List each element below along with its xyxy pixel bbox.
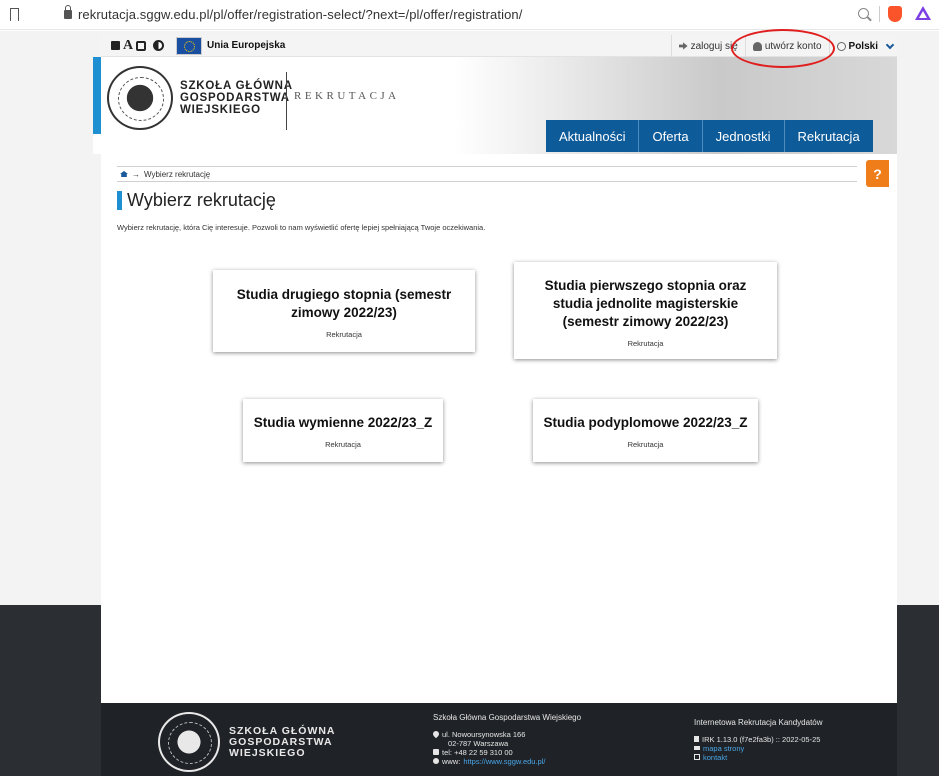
footer-seal-logo [158,712,220,772]
language-select[interactable]: Polski [828,35,897,57]
university-name-line3: WIEJSKIEGO [180,104,261,116]
toolbar-divider [879,6,880,22]
header-divider [286,72,287,130]
footer-system-heading: Internetowa Rekrutacja Kandydatów [694,718,823,727]
university-name-line2: GOSPODARSTWA [180,92,290,104]
page-description: Wybierz rekrutację, która Cię interesuje… [117,223,486,232]
breadcrumb: → Wybierz rekrutację [117,166,857,182]
map-pin-icon [431,729,441,739]
card-subtitle: Rekrutacja [326,330,362,339]
sign-in-icon [678,42,688,50]
language-label: Polski [848,40,878,52]
footer-contact-heading: Szkoła Główna Gospodarstwa Wiejskiego [433,713,582,722]
envelope-icon [694,754,700,760]
eu-label: Unia Europejska [207,40,286,51]
footer-sitemap: mapa strony [694,744,823,753]
footer-system-info: Internetowa Rekrutacja Kandydatów IRK 1.… [694,718,823,762]
sitemap-link[interactable]: mapa strony [703,744,744,753]
university-name-line1: SZKOŁA GŁÓWNA [180,80,293,92]
eu-flag-icon [176,37,202,55]
lock-icon[interactable] [64,5,72,19]
nav-item-offer[interactable]: Oferta [639,120,703,152]
header-subtitle: REKRUTACJA [294,90,400,102]
card-subtitle: Rekrutacja [627,440,664,449]
website-link[interactable]: https://www.sggw.edu.pl/ [463,757,545,766]
bookmark-icon[interactable] [10,8,19,21]
university-name[interactable]: SZKOŁA GŁÓWNA GOSPODARSTWA WIEJSKIEGO [180,80,293,116]
recruitment-card-exchange[interactable]: Studia wymienne 2022/23_Z Rekrutacja [243,399,443,462]
address-line1: ul. Nowoursynowska 166 [442,730,526,739]
browser-address-bar: rekrutacja.sggw.edu.pl/pl/offer/registra… [0,0,939,30]
recruitment-card-postgraduate[interactable]: Studia podyplomowe 2022/23_Z Rekrutacja [533,399,758,462]
nav-item-units[interactable]: Jednostki [702,120,785,152]
footer-version: IRK 1.13.0 (f7e2fa3b) :: 2022-05-25 [694,735,823,744]
url-field[interactable]: rekrutacja.sggw.edu.pl/pl/offer/registra… [78,7,522,22]
globe-icon [433,758,439,764]
card-title: Studia pierwszego stopnia oraz studia je… [544,278,747,329]
nav-item-news[interactable]: Aktualności [546,120,640,152]
font-smaller-icon[interactable] [111,41,120,50]
card-subtitle: Rekrutacja [325,440,361,449]
page-title: Wybierz rekrutację [127,190,276,210]
home-icon[interactable] [120,171,128,177]
recruitment-card-second-degree[interactable]: Studia drugiego stopnia (semestr zimowy … [213,270,475,352]
footer-contact-link-row: kontakt [694,753,823,762]
footer-phone: tel: +48 22 59 310 00 [433,748,581,757]
version-text: IRK 1.13.0 (f7e2fa3b) :: 2022-05-25 [702,735,821,744]
breadcrumb-current: Wybierz rekrutację [144,169,211,179]
highlight-annotation [731,29,835,68]
www-label: www: [442,757,461,766]
card-title: Studia drugiego stopnia (semestr zimowy … [236,287,452,320]
sitemap-icon [694,746,700,750]
footer-name-line3: WIEJSKIEGO [229,747,306,759]
globe-icon [836,41,846,51]
breadcrumb-arrow: → [132,169,140,179]
help-button[interactable]: ? [866,160,889,187]
university-seal-logo[interactable] [107,66,173,130]
recruitment-card-first-degree[interactable]: Studia pierwszego stopnia oraz studia je… [514,262,777,359]
card-subtitle: Rekrutacja [627,339,664,348]
footer-university-name: SZKOŁA GŁÓWNA GOSPODARSTWA WIEJSKIEGO [229,726,336,759]
code-branch-icon [694,736,699,742]
contact-link[interactable]: kontakt [703,753,727,762]
phone-text: tel: +48 22 59 310 00 [442,748,513,757]
card-title: Studia podyplomowe 2022/23_Z [543,415,748,430]
main-navigation: Aktualności Oferta Jednostki Rekrutacja [546,120,873,152]
zoom-icon[interactable] [858,8,869,19]
brave-rewards-icon[interactable] [915,6,931,20]
footer-www: www: https://www.sggw.edu.pl/ [433,757,581,766]
font-size-label[interactable]: A [123,39,133,53]
font-larger-icon[interactable] [136,41,146,51]
nav-item-recruitment[interactable]: Rekrutacja [784,120,873,152]
address-line2: 02-787 Warszawa [448,739,509,748]
footer-contact: Szkoła Główna Gospodarstwa Wiejskiego ul… [431,713,582,766]
footer-address: ul. Nowoursynowska 166 02-787 Warszawa [431,729,581,748]
brave-shields-icon[interactable] [888,6,902,22]
phone-icon [433,749,439,755]
header-accent-bar [93,57,101,134]
contrast-icon[interactable] [153,40,164,51]
main-content [101,154,897,703]
chevron-down-icon [885,40,895,49]
title-accent-bar [117,191,122,210]
card-title: Studia wymienne 2022/23_Z [253,415,433,430]
